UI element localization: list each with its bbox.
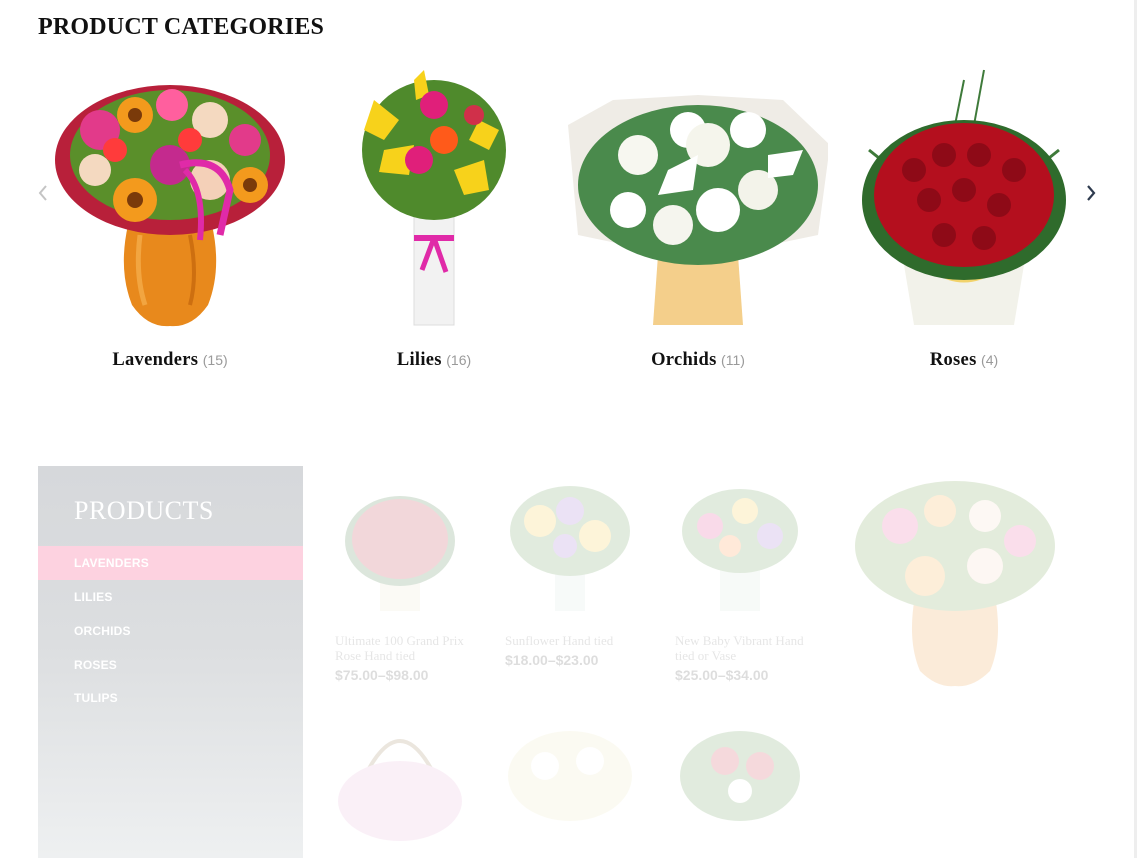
product-price: $18.00–$23.00 <box>505 652 599 668</box>
category-count: (11) <box>721 352 745 368</box>
product-card[interactable] <box>495 706 645 856</box>
products-sidebar: PRODUCTS LAVENDERS LILIES ORCHIDS ROSES … <box>38 466 303 858</box>
product-price: $25.00–$34.00 <box>675 667 769 683</box>
featured-product-image[interactable] <box>845 466 1065 696</box>
category-label[interactable]: Orchids (11) <box>568 350 828 371</box>
category-label[interactable]: Lavenders (15) <box>40 350 300 371</box>
category-image[interactable] <box>40 60 300 335</box>
category-name[interactable]: Lilies <box>397 350 442 370</box>
category-label[interactable]: Roses (4) <box>834 350 1094 371</box>
sidebar-item-tulips[interactable]: TULIPS <box>38 681 303 715</box>
product-image[interactable] <box>495 471 645 621</box>
category-image[interactable] <box>834 60 1094 335</box>
product-card[interactable]: Ultimate 100 Grand Prix Rose Hand tied $… <box>325 471 475 683</box>
category-count: (15) <box>202 352 228 368</box>
product-name[interactable]: New Baby Vibrant Hand tied or Vase <box>675 633 810 663</box>
product-grid: Ultimate 100 Grand Prix Rose Hand tied $… <box>320 466 1130 858</box>
product-name[interactable]: Ultimate 100 Grand Prix Rose Hand tied <box>335 633 470 663</box>
sidebar-item-orchids[interactable]: ORCHIDS <box>38 614 303 648</box>
section-title: PRODUCT CATEGORIES <box>38 14 325 40</box>
sidebar-title: PRODUCTS <box>74 496 214 525</box>
category-image[interactable] <box>304 60 564 335</box>
category-count: (16) <box>446 352 472 368</box>
product-image[interactable] <box>495 706 645 856</box>
product-image[interactable] <box>665 706 815 856</box>
product-card[interactable]: New Baby Vibrant Hand tied or Vase $25.0… <box>665 471 815 683</box>
category-card-lilies[interactable]: Lilies (16) <box>304 60 564 380</box>
sidebar-item-lilies[interactable]: LILIES <box>38 580 303 614</box>
product-name[interactable]: Sunflower Hand tied <box>505 633 640 648</box>
product-price: $75.00–$98.00 <box>335 667 429 683</box>
category-card-orchids[interactable]: Orchids (11) <box>568 60 828 380</box>
sidebar-item-lavenders[interactable]: LAVENDERS <box>38 546 303 580</box>
category-name[interactable]: Roses <box>930 350 977 370</box>
category-name[interactable]: Orchids <box>651 350 717 370</box>
product-card[interactable] <box>665 706 815 856</box>
product-image[interactable] <box>325 471 475 621</box>
category-card-roses[interactable]: Roses (4) <box>834 60 1094 380</box>
sidebar-item-roses[interactable]: ROSES <box>38 648 303 682</box>
category-card-lavenders[interactable]: Lavenders (15) <box>40 60 300 380</box>
product-image[interactable] <box>665 471 815 621</box>
product-image[interactable] <box>325 706 475 856</box>
category-count: (4) <box>981 352 999 368</box>
product-card[interactable]: Sunflower Hand tied $18.00–$23.00 <box>495 471 645 668</box>
product-card[interactable] <box>325 706 475 856</box>
category-name[interactable]: Lavenders <box>112 350 198 370</box>
category-label[interactable]: Lilies (16) <box>304 350 564 371</box>
category-image[interactable] <box>568 60 828 335</box>
